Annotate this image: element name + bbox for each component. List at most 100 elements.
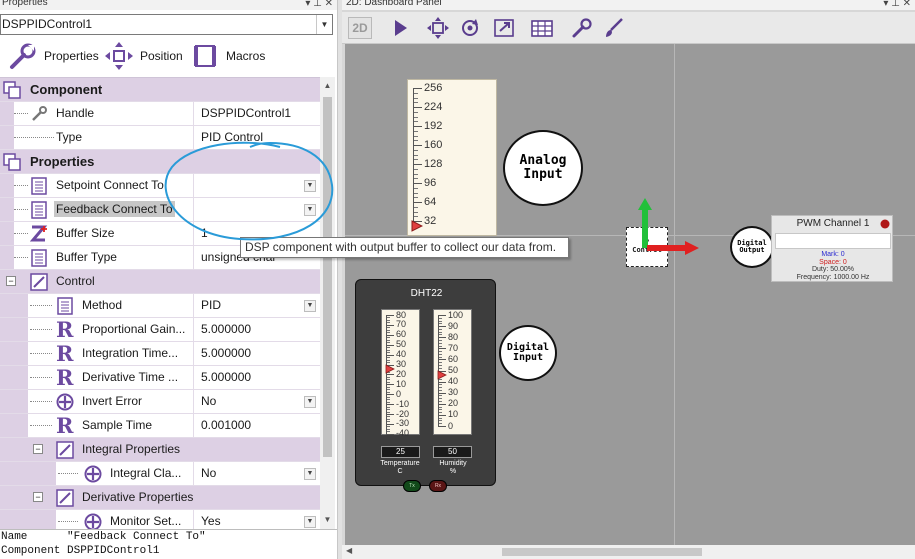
category-integral-properties[interactable]: − Integral Properties [0,438,320,462]
property-value[interactable]: DSPPIDControl1 [193,102,320,125]
scale-tick [386,433,394,435]
scroll-down-icon[interactable]: ▼ [320,513,335,527]
key-icon [32,106,47,121]
scale-tick [386,324,394,326]
chevron-down-icon[interactable]: ▼ [304,396,316,408]
component-select[interactable]: DSPPIDControl1 ▼ [0,14,333,35]
property-row-monitor[interactable]: Monitor Set... Yes ▼ [0,510,320,529]
category-control[interactable]: − Control [0,270,320,294]
temperature-unit: C [397,468,403,475]
category-label: Derivative Properties [82,490,194,504]
property-label: Monitor Set... [110,514,182,528]
property-value[interactable]: 5.000000 [193,318,320,341]
2d-view-button[interactable]: 2D [348,17,372,39]
scroll-up-icon[interactable]: ▲ [320,79,335,93]
dht22-panel[interactable]: DHT22 80 70 60 50 40 30 20 10 0 -10 -20 -30 -40 100 9… [355,279,496,492]
component-icon [3,153,21,171]
scale-label: 70 [448,342,459,353]
tab-macros-label: Macros [226,49,266,63]
property-row-invert-error[interactable]: Invert Error No ▼ [0,390,320,414]
property-value[interactable]: 5.000000 [193,366,320,389]
pwm-duty: Duty: 50.00% [811,266,855,273]
property-row-handle[interactable]: Handle DSPPIDControl1 [0,102,320,126]
property-value[interactable]: Yes ▼ [193,510,320,529]
property-value-text: No [201,394,217,408]
grid-icon[interactable] [530,17,554,39]
category-derivative-properties[interactable]: − Derivative Properties [0,486,320,510]
scroll-thumb[interactable] [502,548,702,556]
pwm-frequency: Frequency: 1000.00 Hz [796,273,870,281]
property-value[interactable]: 0.001000 [193,414,320,437]
panel-splitter[interactable] [337,0,342,559]
rotate-icon[interactable] [458,17,482,39]
slider-pointer-icon[interactable] [411,220,423,232]
dashboard-canvas[interactable]: 256224192160128966432 AnalogInput P Cont… [345,44,915,545]
scale-tick [438,414,446,416]
list-icon [31,249,47,267]
collapse-icon[interactable]: − [33,444,43,454]
folder-icon [56,441,74,459]
scale-label: 224 [424,100,443,113]
brush-icon[interactable] [602,17,626,39]
scale-tick [438,392,446,394]
category-component[interactable]: Component [0,78,320,102]
real-number-icon: R [56,413,74,438]
property-label: Derivative Time ... [82,370,179,384]
move-icon [105,42,133,70]
folder-icon [30,273,48,291]
humidity-pointer-icon [437,370,447,380]
humidity-gauge: 100 90 80 70 60 50 40 30 20 10 0 [433,309,472,435]
property-row-integral-clamp[interactable]: Integral Cla... No ▼ [0,462,320,486]
humidity-label: Humidity % [423,460,483,476]
analog-input-slider[interactable]: 256 224 192 160 128 96 64 32 [407,79,497,236]
dashboard-toolbar: 2D [342,12,915,44]
property-value[interactable]: No ▼ [193,462,320,485]
chevron-down-icon[interactable]: ▼ [316,15,332,34]
property-row-proportional[interactable]: R Proportional Gain... 5.000000 [0,318,320,342]
property-value[interactable]: PID ▼ [193,294,320,317]
bubble-line: Output [739,246,765,254]
macro-icon [194,45,216,67]
scale-tick [413,145,422,146]
z-integer-icon [30,225,48,242]
property-row-sample-time[interactable]: R Sample Time 0.001000 [0,414,320,438]
scale-label: 20 [448,398,459,409]
scale-tick [438,337,446,339]
properties-panel: Properties ▾ ⊥ ✕ DSPPIDControl1 ▼ Proper… [0,0,337,559]
chevron-down-icon[interactable]: ▼ [304,516,316,528]
temperature-value: 25 [381,446,420,458]
dashboard-title: 2D: Dashboard Panel [342,0,915,10]
scale-tick [386,354,394,356]
tab-properties[interactable]: Properties [8,40,99,72]
resize-icon[interactable] [492,17,516,39]
tab-position[interactable]: Position [104,40,183,72]
real-number-icon: R [56,317,74,342]
collapse-icon[interactable]: − [6,276,16,286]
pwm-title: PWM Channel 1 [796,218,870,229]
pointer-icon[interactable] [388,17,412,39]
panel-title-buttons[interactable]: ▾ ⊥ ✕ [305,0,333,9]
tab-macros[interactable]: Macros [190,40,265,72]
property-row-method[interactable]: Method PID ▼ [0,294,320,318]
bubble-line: Analog [519,153,567,169]
wrench-icon[interactable] [570,17,594,39]
collapse-icon[interactable]: − [33,492,43,502]
digital-output-bubble: Digital Output [730,226,774,268]
property-row-integration[interactable]: R Integration Time... 5.000000 [0,342,320,366]
property-value[interactable]: No ▼ [193,390,320,413]
dashboard-horizontal-scrollbar[interactable]: ◀ [342,545,915,559]
scale-tick [386,423,394,425]
transform-gizmo-icon[interactable] [635,196,707,256]
move-icon[interactable] [426,17,450,39]
scale-label: 50 [448,365,459,375]
property-value[interactable]: 5.000000 [193,342,320,365]
chevron-down-icon[interactable]: ▼ [304,468,316,480]
scroll-left-icon[interactable]: ◀ [346,546,352,555]
scale-label: 160 [424,138,443,151]
temperature-pointer-icon [385,364,395,374]
pwm-channel-panel[interactable]: PWM Channel 1 Mark: 0 Space: 0 Duty: 50.… [771,215,893,282]
dashboard-title-buttons[interactable]: ▾ ⊥ ✕ [883,0,911,9]
property-row-derivative[interactable]: R Derivative Time ... 5.000000 [0,366,320,390]
chevron-down-icon[interactable]: ▼ [304,300,316,312]
property-label: Type [56,130,83,144]
